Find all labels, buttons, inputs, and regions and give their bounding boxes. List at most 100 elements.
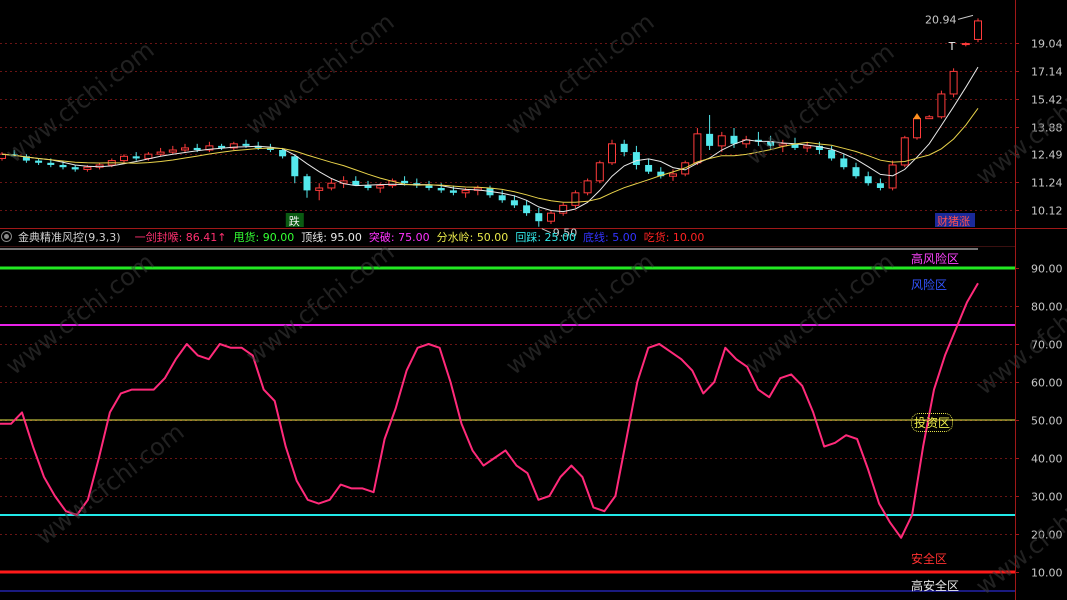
legend-value: 50.00 [476,231,509,244]
candle-body-down [645,164,653,172]
legend-separator: : [469,231,477,244]
indicator-name[interactable]: 金典精准风控(9,3,3) [18,231,121,244]
zone-label: 高风险区 [911,252,960,266]
indicator-tick-label: 70.00 [1031,339,1063,352]
candle-body-down [437,187,445,191]
legend-label: 回踩 [515,231,538,244]
indicator-tick-label: 60.00 [1031,377,1063,390]
indicator-tick-label: 80.00 [1031,301,1063,314]
legend-label: 吃货 [643,231,666,244]
candle-body-down [730,135,738,144]
price-tick-label: 12.49 [1031,149,1063,162]
candle-body-down [59,164,67,168]
candle-body-down [35,160,43,163]
candle-body-down [632,152,640,165]
legend-item: 突破: 75.00 [369,231,430,244]
candle-body-down [840,158,848,168]
price-tick-label: 15.42 [1031,94,1063,107]
zone-label: 风险区 [911,278,948,292]
candle-body-up [961,43,970,46]
zone-label: 安全区 [911,552,948,566]
indicator-tick-label: 50.00 [1031,415,1063,428]
candle-body-up [144,153,153,159]
high-price-label: 20.94 [925,13,957,26]
legend-item: 顶线: 95.00 [301,231,362,244]
chart-canvas[interactable]: 19.04 17.14 15.42 13.88 12.49 11.24 10.12 20.94… [0,0,1067,600]
legend-label: 底线 [583,231,606,244]
candle-body-up [181,147,189,151]
candle-body-up [669,173,677,177]
zone-label: 高安全区 [911,579,960,593]
candle-body-up [608,143,616,164]
candle-body-down [193,147,201,150]
indicator-settings-icon[interactable] [1,231,12,242]
price-tick-label: 17.14 [1031,66,1063,79]
candle-body-up [547,212,555,222]
rise-marker-label: 财猪涨 [937,214,970,228]
candle-body-up [168,149,177,153]
indicator-tick-label: 20.00 [1031,529,1063,542]
legend-item: 回踩: 25.00 [515,231,576,244]
candle-body-down [449,190,457,193]
legend-value: 86.41 [185,231,218,244]
candle-body-up [949,70,958,95]
candle-body-down [852,167,860,177]
candle-body-down [364,185,372,188]
candle-body-up [120,155,128,162]
candle-body-up [937,93,946,118]
candle-body-up [461,189,470,194]
candle-body-up [156,151,165,155]
legend-separator: : [665,231,673,244]
candle-body-down [291,156,299,177]
candle-body-down [523,205,531,214]
candle-body-down [242,143,250,146]
stock-chart-screen: 19.04 17.14 15.42 13.88 12.49 11.24 10.12 20.94… [0,0,1067,600]
candle-body-up [913,118,921,139]
indicator-legend: 一剑封喉: 86.41↑ 甩货: 90.00 顶线: 95.00 突破: 75.00 分… [135,231,712,244]
candle-body-down [535,213,543,222]
legend-value: 75.00 [398,231,430,244]
candle-body-down [828,149,836,159]
indicator-tick-label: 30.00 [1031,491,1063,504]
price-tick-label: 11.24 [1031,177,1063,190]
candle-body-up [583,180,592,194]
legend-item: 甩货: 90.00 [234,231,295,244]
indicator-tick-label: 40.00 [1031,453,1063,466]
candle-body-up [717,135,726,147]
legend-item: 一剑封喉: 86.41↑ [135,231,227,244]
price-tick-label: 10.12 [1031,205,1063,218]
candle-body-down [876,183,884,188]
legend-label: 突破 [368,231,391,244]
candle-body-down [510,200,518,206]
candle-body-down [864,176,872,184]
indicator-header: 金典精准风控(9,3,3) 一剑封喉: 86.41↑ 甩货: 90.00 顶线: 95… [0,229,1015,247]
candle-body-down [71,167,79,170]
candle-body-down [767,141,775,146]
legend-arrow-icon: ↑ [217,231,227,244]
candle-body-down [303,176,311,191]
chart-background [0,0,1067,600]
legend-item: 底线: 5.00 [583,231,637,244]
candle-body-up [595,162,604,182]
indicator-tick-label: 10.00 [1031,567,1063,580]
legend-label: 一剑封喉 [134,231,179,244]
legend-value: 90.00 [262,231,295,244]
candle-body-up [925,116,934,120]
candle-body-down [425,185,433,188]
candle-body-up [693,133,702,164]
candle-body-up [327,182,336,189]
legend-separator: : [537,231,545,244]
candle-body-down [706,133,714,146]
candle-body-down [620,143,628,153]
zone-label: 投资区 [911,413,954,432]
price-tick-label: 19.04 [1031,38,1063,51]
price-tick-label: 13.88 [1031,122,1063,135]
candle-body-up [888,164,897,189]
candle-body-up [803,145,812,149]
indicator-tick-label: 90.00 [1031,263,1063,276]
legend-value: 10.00 [672,231,705,244]
candle-body-up [376,185,385,189]
candle-body-up [83,166,92,170]
t-marker-label: T [948,40,956,53]
legend-label: 甩货 [233,231,256,244]
